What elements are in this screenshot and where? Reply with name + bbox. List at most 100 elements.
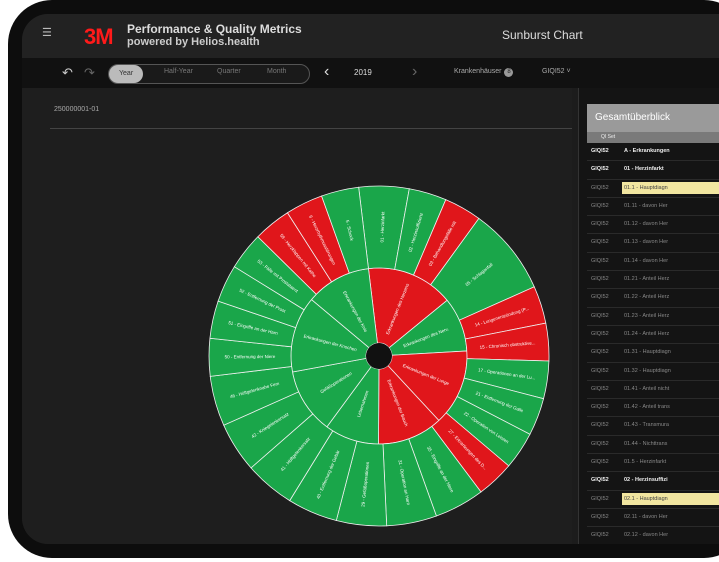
table-row[interactable]: GIQI52 02.1 - Hauptdiagn [587,491,719,509]
segment-month[interactable]: Month [267,68,286,75]
overview-column-headers: QI Set [587,132,719,143]
row-indicator: 01.21 - Anteil Herz [624,276,670,283]
table-row[interactable]: GIQI52 02 - Herzinsuffizi [587,472,719,491]
row-indicator: 01.13 - davon Her [624,239,669,246]
table-row[interactable]: GIQI52 02.12 - davon Her [587,527,719,544]
table-row[interactable]: GIQI52 01.13 - davon Her [587,234,719,253]
row-qi-set: GIQI52 [591,239,609,246]
segment-half-year[interactable]: Half-Year [164,68,193,75]
row-qi-set: GIQI52 [591,385,609,392]
device-frame: ☰ 3M Performance & Quality Metrics power… [8,0,719,558]
period-segmented-control: Year Half-Year Quarter Month [108,64,310,84]
forward-icon[interactable]: ↷ [84,66,95,79]
row-qi-set: GIQI52 [591,148,609,154]
indicator-select-value: GIQI52 [542,68,565,75]
hospital-filter-label: Krankenhäuser [454,68,502,75]
app-title: Performance & Quality Metrics [127,22,302,36]
sunburst-outer-label: 01 - Herzinfarkt [380,211,386,243]
row-indicator: 01.22 - Anteil Herz [624,294,670,301]
sunburst-chart: Erkrankungen des HerzensErkrankungen des… [208,185,550,527]
back-icon[interactable]: ↶ [62,66,73,79]
overview-panel: Gesamtüberblick QI Set GIQI52 A - Erkrank… [578,88,719,544]
app-screen: ☰ 3M Performance & Quality Metrics power… [22,14,719,544]
row-qi-set: GIQI52 [591,404,609,411]
row-qi-set: GIQI52 [591,312,609,319]
row-qi-set: GIQI52 [591,367,609,374]
row-qi-set: GIQI52 [591,513,609,520]
overview-title: Gesamtüberblick [587,104,719,132]
row-indicator: A - Erkrankungen [624,148,670,154]
row-indicator: 01.44 - Nichttrans [624,440,668,447]
row-indicator: 02 - Herzinsuffizi [624,477,668,484]
row-qi-set: GIQI52 [591,166,609,173]
row-qi-set: GIQI52 [591,276,609,283]
row-qi-set: GIQI52 [591,422,609,429]
table-row[interactable]: GIQI52 01.43 - Transmura [587,417,719,436]
row-indicator: 01.23 - Anteil Herz [624,312,670,319]
row-qi-set: GIQI52 [591,477,609,484]
view-title: Sunburst Chart [502,28,583,42]
previous-year-icon[interactable]: ‹ [324,64,329,80]
table-row[interactable]: GIQI52 01.24 - Anteil Herz [587,326,719,345]
table-row[interactable]: GIQI52 01.31 - Hauptdiagn [587,344,719,363]
table-row[interactable]: GIQI52 A - Erkrankungen [587,143,719,162]
row-qi-set: GIQI52 [591,257,609,264]
row-indicator: 01.42 - Anteil trans [624,404,670,411]
row-indicator: 01.12 - davon Her [624,221,669,228]
sunburst-panel: 250000001-01 Erkrankungen des Herzens Erk… [22,88,572,544]
brand-logo: 3M [84,24,114,49]
table-row[interactable]: GIQI52 01.11 - davon Her [587,198,719,217]
overview-rows: GIQI52 A - Erkrankungen GIQI52 01 - Herzinf… [587,143,719,544]
table-row[interactable]: GIQI52 01.5 - Herzinfarkt [587,454,719,473]
table-row[interactable]: GIQI52 02.11 - davon Her [587,509,719,528]
table-row[interactable]: GIQI52 01 - Herzinfarkt [587,161,719,180]
row-indicator: 01.32 - Hauptdiagn [624,367,671,374]
row-qi-set: GIQI52 [591,221,609,228]
hospital-filter[interactable]: Krankenhäuser 8 [454,68,514,77]
row-qi-set: GIQI52 [591,459,609,466]
app-subtitle: powered by Helios.health [127,36,260,48]
chevron-down-icon: ˅ [566,68,571,75]
row-indicator: 01.11 - davon Her [624,202,668,209]
title-bar: ☰ 3M Performance & Quality Metrics power… [22,14,719,58]
row-qi-set: GIQI52 [591,495,609,502]
column-header-qi-set[interactable]: QI Set [601,134,615,140]
row-indicator: 01.31 - Hauptdiagn [624,349,671,356]
next-year-icon[interactable]: › [412,64,417,80]
year-label: 2019 [354,68,372,77]
table-row[interactable]: GIQI52 01.1 - Hauptdiagn [587,180,719,198]
hospital-count-badge: 8 [504,68,514,77]
table-row[interactable]: GIQI52 01.23 - Anteil Herz [587,308,719,326]
table-row[interactable]: GIQI52 01.41 - Anteil nicht [587,381,719,400]
row-indicator: 01 - Herzinfarkt [624,166,664,173]
row-indicator: 01.41 - Anteil nicht [624,385,670,392]
row-indicator: 02.1 - Hauptdiagn [622,492,719,505]
table-row[interactable]: GIQI52 01.44 - Nichttrans [587,436,719,455]
row-indicator: 01.1 - Hauptdiagn [622,181,719,194]
segment-year[interactable]: Year [109,65,144,83]
row-qi-set: GIQI52 [591,440,609,447]
row-qi-set: GIQI52 [591,349,609,356]
row-qi-set: GIQI52 [591,184,609,191]
menu-icon[interactable]: ☰ [42,28,53,39]
row-qi-set: GIQI52 [591,294,609,301]
table-row[interactable]: GIQI52 01.12 - davon Her [587,216,719,235]
table-row[interactable]: GIQI52 01.32 - Hauptdiagn [587,363,719,381]
row-indicator: 02.12 - davon Her [624,532,669,539]
table-row[interactable]: GIQI52 01.21 - Anteil Herz [587,271,719,290]
sunburst-center[interactable] [366,343,392,369]
row-qi-set: GIQI52 [591,202,609,209]
row-indicator: 02.11 - davon Her [624,513,668,520]
sunburst-outer-label: 50 - Entfernung der Niere [225,354,276,359]
row-indicator: 01.24 - Anteil Herz [624,330,670,337]
indicator-select[interactable]: GIQI52 ˅ [542,68,571,75]
table-row[interactable]: GIQI52 01.22 - Anteil Herz [587,289,719,308]
table-row[interactable]: GIQI52 01.42 - Anteil trans [587,399,719,418]
row-qi-set: GIQI52 [591,330,609,337]
row-indicator: 01.43 - Transmura [624,422,669,429]
toolbar: ↶ ↷ Year Half-Year Quarter Month ‹ 2019 … [22,58,719,88]
row-qi-set: GIQI52 [591,532,609,539]
table-row[interactable]: GIQI52 01.14 - davon Her [587,253,719,272]
segment-quarter[interactable]: Quarter [217,68,241,75]
row-indicator: 01.14 - davon Her [624,257,669,264]
